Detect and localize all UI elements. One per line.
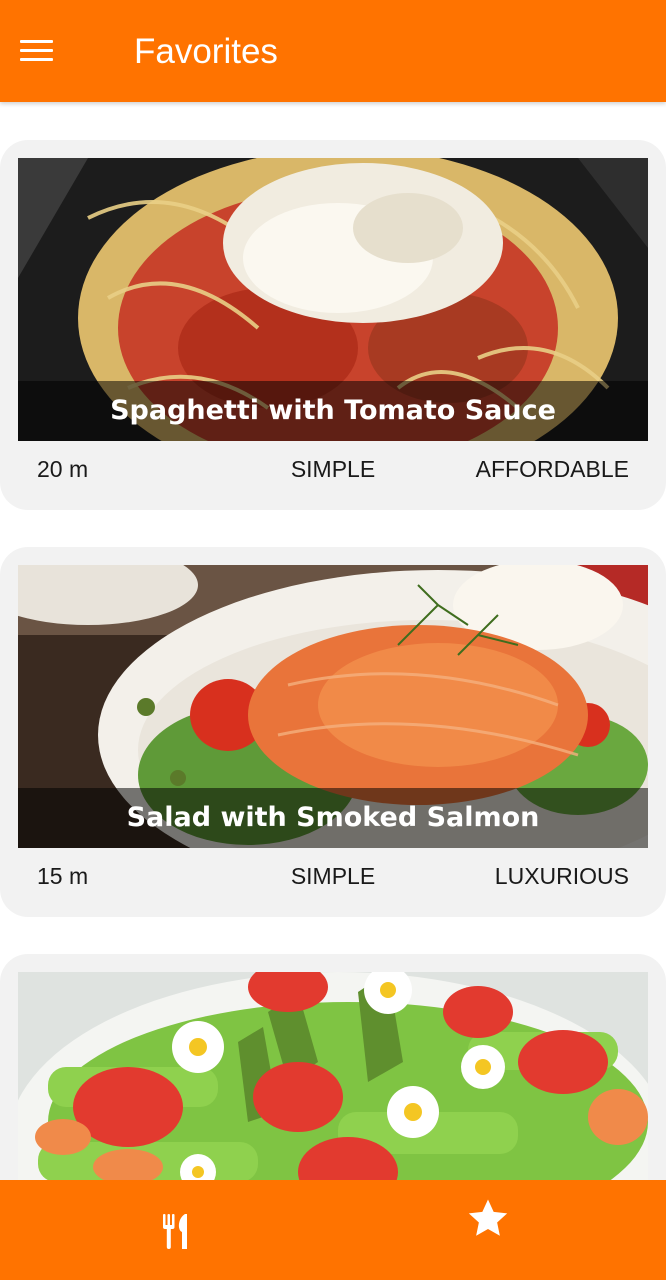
hamburger-menu-icon [20,40,53,43]
star-icon [468,1199,508,1236]
affordability-label: AFFORDABLE [475,456,629,482]
favorites-list[interactable]: Spaghetti with Tomato Sauce 20 m SIMPLE … [0,102,666,1180]
meal-image: Salad with Smoked Salmon [18,565,648,848]
page-title: Favorites [134,32,278,71]
meal-card[interactable] [0,954,666,1180]
meal-title: Salad with Smoked Salmon [18,788,648,848]
meal-details: 20 m SIMPLE AFFORDABLE [18,443,648,495]
menu-button[interactable] [14,30,60,72]
meal-card[interactable]: Salad with Smoked Salmon 15 m SIMPLE LUX… [0,547,666,917]
bottom-tab-bar [0,1180,666,1280]
restaurant-icon [163,1214,187,1249]
meal-image: Spaghetti with Tomato Sauce [18,158,648,441]
tab-categories[interactable] [0,1180,333,1280]
app-bar: Favorites [0,0,666,102]
meal-details: 15 m SIMPLE LUXURIOUS [18,850,648,902]
meal-image [18,972,648,1180]
meal-card[interactable]: Spaghetti with Tomato Sauce 20 m SIMPLE … [0,140,666,510]
tab-favorites[interactable] [333,1180,666,1280]
affordability-label: LUXURIOUS [494,863,629,889]
meal-title: Spaghetti with Tomato Sauce [18,381,648,441]
